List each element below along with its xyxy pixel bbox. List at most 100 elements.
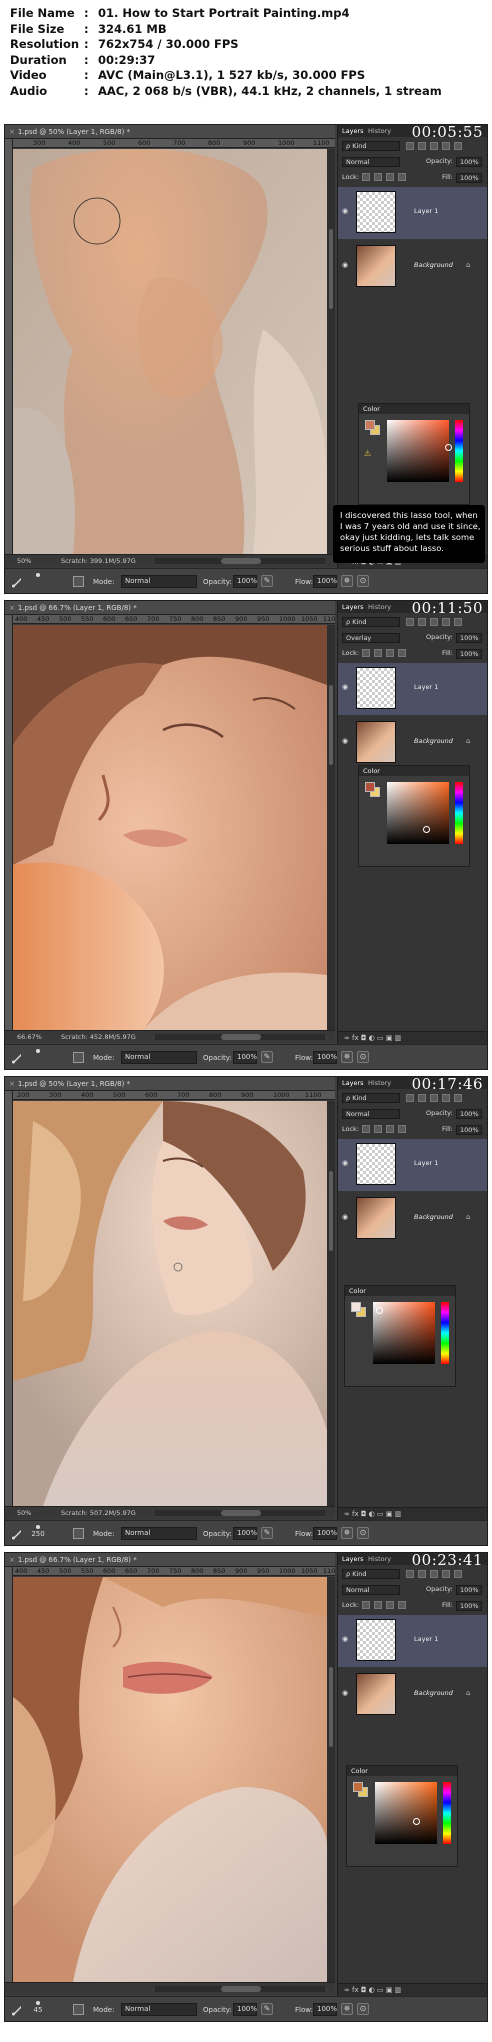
layer-row-background[interactable]: ◉ Background ⌂: [338, 1193, 487, 1245]
filter-pixel-icon[interactable]: [406, 1570, 414, 1578]
filter-adjustment-icon[interactable]: [418, 618, 426, 626]
vertical-scrollbar[interactable]: [327, 1101, 335, 1506]
foreground-color-swatch[interactable]: [365, 782, 375, 792]
layer-kind-filter[interactable]: ρ Kind: [342, 141, 400, 151]
zoom-level[interactable]: 50%: [17, 555, 31, 567]
filter-type-icon[interactable]: [430, 1094, 438, 1102]
opacity-field[interactable]: 100%: [233, 1051, 257, 1064]
blend-mode-dropdown[interactable]: Overlay: [342, 633, 400, 643]
filter-pixel-icon[interactable]: [406, 618, 414, 626]
lock-pixels-icon[interactable]: [374, 1125, 382, 1133]
layer-row-layer-1[interactable]: ◉ Layer 1: [338, 663, 487, 715]
vertical-scrollbar[interactable]: [327, 149, 335, 554]
visibility-eye-icon[interactable]: ◉: [342, 1689, 348, 1697]
filter-shape-icon[interactable]: [442, 1570, 450, 1578]
visibility-eye-icon[interactable]: ◉: [342, 207, 348, 215]
filter-adjustment-icon[interactable]: [418, 142, 426, 150]
painting-canvas-image[interactable]: [13, 149, 327, 554]
brush-panel-icon[interactable]: [73, 1052, 84, 1063]
lock-transparency-icon[interactable]: [362, 173, 370, 181]
tab-history[interactable]: History: [368, 1553, 391, 1565]
close-icon[interactable]: ×: [9, 1556, 15, 1564]
brush-tool-icon[interactable]: [11, 1528, 23, 1540]
lock-pixels-icon[interactable]: [374, 173, 382, 181]
scrollbar-thumb[interactable]: [329, 1667, 333, 1747]
pressure-size-icon[interactable]: ⊙: [357, 575, 369, 587]
painting-canvas-image[interactable]: [13, 625, 327, 1030]
brush-size-picker[interactable]: 45: [30, 2000, 46, 2020]
pressure-size-icon[interactable]: ⊙: [357, 1051, 369, 1063]
tab-history[interactable]: History: [368, 601, 391, 613]
filter-smart-icon[interactable]: [454, 1570, 462, 1578]
document-tab[interactable]: × 1.psd @ 50% (Layer 1, RGB/8) *: [5, 1077, 335, 1091]
layer-row-layer-1[interactable]: ◉ Layer 1: [338, 1139, 487, 1191]
filter-pixel-icon[interactable]: [406, 142, 414, 150]
lock-position-icon[interactable]: [386, 1601, 394, 1609]
lock-pixels-icon[interactable]: [374, 649, 382, 657]
tab-layers[interactable]: Layers: [342, 1077, 364, 1089]
painting-canvas-image[interactable]: [13, 1101, 327, 1506]
scrollbar-thumb[interactable]: [221, 1986, 261, 1992]
lock-transparency-icon[interactable]: [362, 1125, 370, 1133]
visibility-eye-icon[interactable]: ◉: [342, 1159, 348, 1167]
color-picker-handle[interactable]: [423, 826, 430, 833]
close-icon[interactable]: ×: [9, 1080, 15, 1088]
document-canvas[interactable]: [13, 149, 327, 554]
scrollbar-thumb[interactable]: [329, 685, 333, 765]
visibility-eye-icon[interactable]: ◉: [342, 683, 348, 691]
filter-pixel-icon[interactable]: [406, 1094, 414, 1102]
flow-field[interactable]: 100%: [313, 575, 337, 588]
tab-layers[interactable]: Layers: [342, 1553, 364, 1565]
mode-dropdown[interactable]: Normal: [121, 1051, 197, 1064]
color-picker-handle[interactable]: [376, 1307, 383, 1314]
visibility-eye-icon[interactable]: ◉: [342, 1213, 348, 1221]
brush-panel-icon[interactable]: [73, 2004, 84, 2015]
scrollbar-thumb[interactable]: [221, 558, 261, 564]
layer-action-icons[interactable]: ∞ fx ◘ ◐ ▭ ▣ ▥: [344, 1032, 401, 1044]
color-picker-handle[interactable]: [445, 444, 452, 451]
layer-fill-field[interactable]: 100%: [456, 1125, 482, 1135]
visibility-eye-icon[interactable]: ◉: [342, 261, 348, 269]
scrollbar-thumb[interactable]: [329, 1171, 333, 1251]
document-tab[interactable]: × 1.psd @ 50% (Layer 1, RGB/8) *: [5, 125, 335, 139]
layer-row-background[interactable]: ◉ Background ⌂: [338, 717, 487, 769]
airbrush-icon[interactable]: ✵: [341, 575, 353, 587]
blend-mode-dropdown[interactable]: Normal: [342, 1585, 400, 1595]
tab-layers[interactable]: Layers: [342, 125, 364, 137]
horizontal-scrollbar[interactable]: [155, 558, 325, 564]
layer-opacity-field[interactable]: 100%: [456, 157, 482, 167]
visibility-eye-icon[interactable]: ◉: [342, 737, 348, 745]
painting-canvas-image[interactable]: [13, 1577, 327, 1982]
mode-dropdown[interactable]: Normal: [121, 575, 197, 588]
opacity-field[interactable]: 100%: [233, 1527, 257, 1540]
hue-slider[interactable]: [441, 1302, 449, 1364]
brush-panel-icon[interactable]: [73, 576, 84, 587]
hue-slider[interactable]: [455, 782, 463, 844]
layer-opacity-field[interactable]: 100%: [456, 1109, 482, 1119]
flow-field[interactable]: 100%: [313, 1051, 337, 1064]
layer-fill-field[interactable]: 100%: [456, 1601, 482, 1611]
saturation-brightness-field[interactable]: [375, 1782, 437, 1844]
airbrush-icon[interactable]: ✵: [341, 1051, 353, 1063]
pressure-opacity-icon[interactable]: ✎: [261, 2003, 273, 2015]
saturation-brightness-field[interactable]: [387, 782, 449, 844]
layer-row-background[interactable]: ◉ Background ⌂: [338, 241, 487, 293]
layer-row-layer-1[interactable]: ◉ Layer 1: [338, 187, 487, 239]
layer-action-icons[interactable]: ∞ fx ◘ ◐ ▭ ▣ ▥: [344, 1508, 401, 1520]
lock-position-icon[interactable]: [386, 1125, 394, 1133]
filter-type-icon[interactable]: [430, 618, 438, 626]
layer-kind-filter[interactable]: ρ Kind: [342, 1093, 400, 1103]
lock-all-icon[interactable]: [398, 1125, 406, 1133]
pressure-size-icon[interactable]: ⊙: [357, 2003, 369, 2015]
saturation-brightness-field[interactable]: [387, 420, 452, 482]
lock-transparency-icon[interactable]: [362, 1601, 370, 1609]
foreground-color-swatch[interactable]: [351, 1302, 361, 1312]
saturation-brightness-field[interactable]: [373, 1302, 435, 1364]
document-canvas[interactable]: [13, 625, 327, 1030]
zoom-level[interactable]: 50%: [17, 1507, 31, 1519]
lock-all-icon[interactable]: [398, 1601, 406, 1609]
layer-row-background[interactable]: ◉ Background ⌂: [338, 1669, 487, 1721]
scrollbar-thumb[interactable]: [221, 1510, 261, 1516]
brush-tool-icon[interactable]: [11, 1052, 23, 1064]
lock-transparency-icon[interactable]: [362, 649, 370, 657]
